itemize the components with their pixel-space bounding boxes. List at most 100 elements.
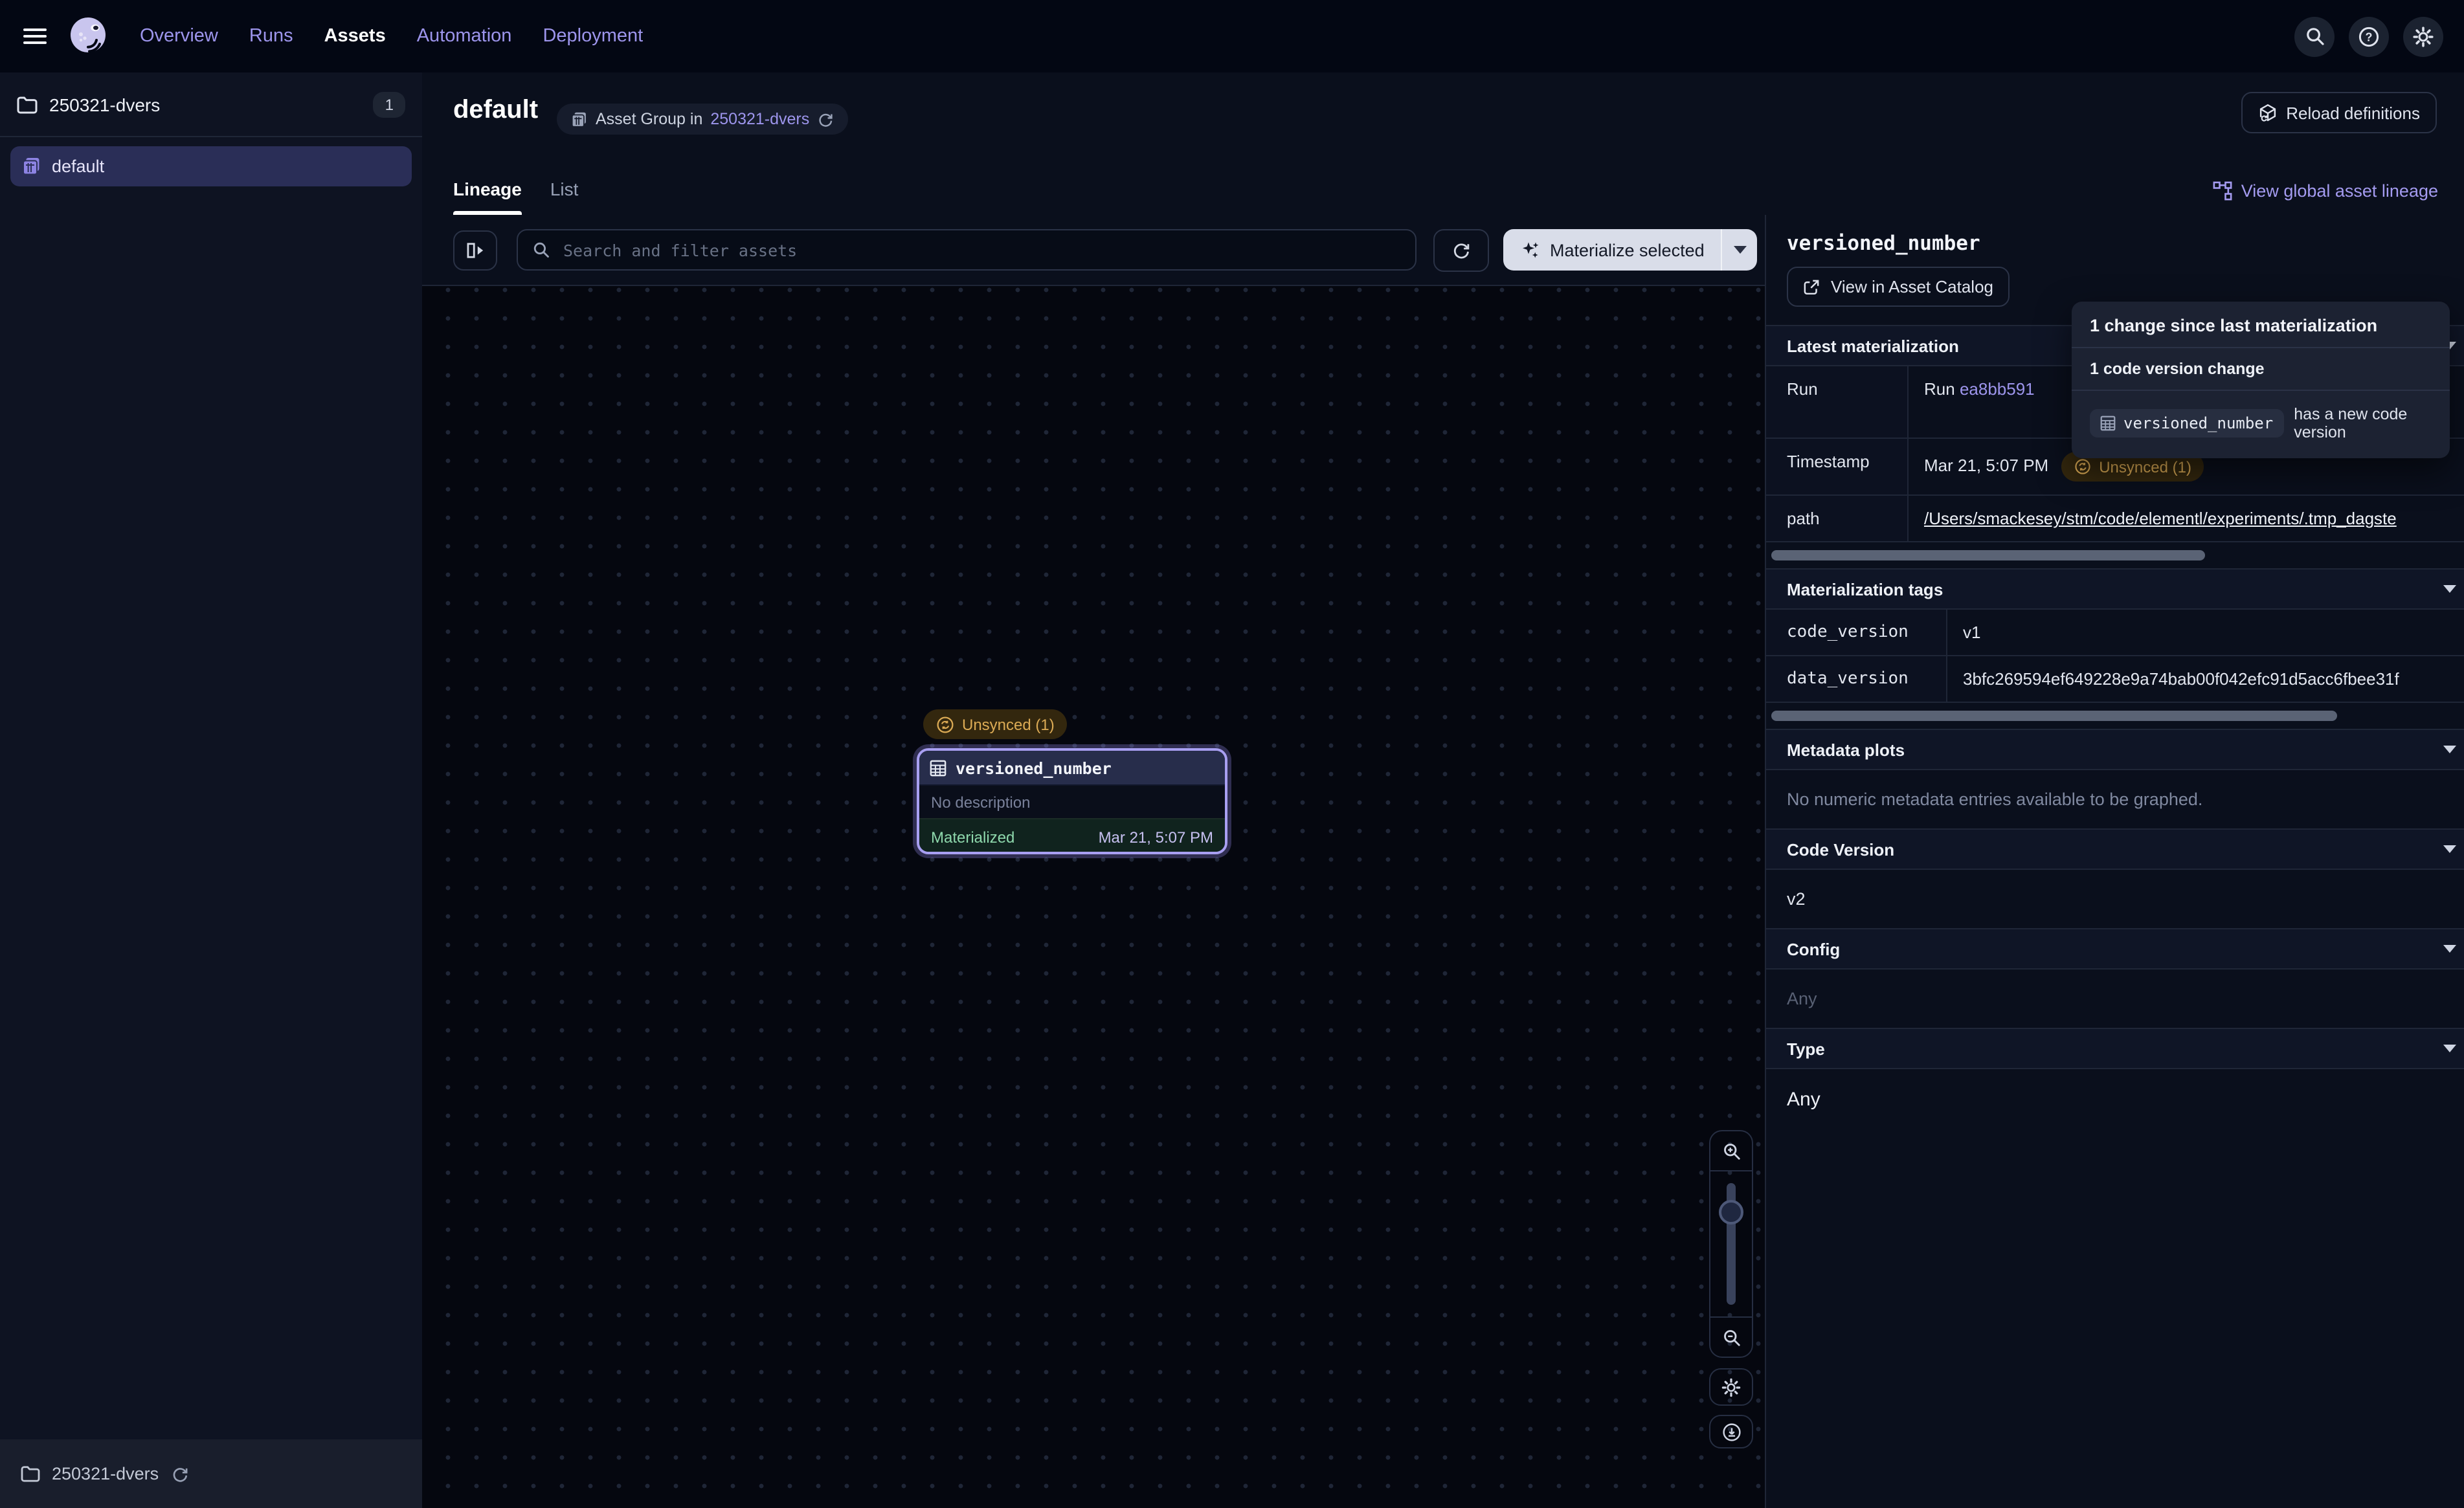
help-button[interactable]: ?: [2349, 16, 2389, 56]
pill-group-link[interactable]: 250321-dvers: [710, 110, 809, 128]
asset-group-icon: [22, 157, 41, 176]
code-location-footer[interactable]: 250321-dvers: [0, 1439, 422, 1508]
reload-location-icon[interactable]: [170, 1465, 188, 1483]
node-status-bar: Materialized Mar 21, 5:07 PM: [919, 818, 1225, 854]
section-title: Type: [1787, 1039, 1825, 1058]
row-label-timestamp: Timestamp: [1766, 439, 1909, 496]
search-button[interactable]: [2294, 16, 2335, 56]
node-unsynced-badge[interactable]: Unsynced (1): [923, 709, 1068, 739]
zoom-in-button[interactable]: [1710, 1131, 1752, 1171]
section-title: Materialization tags: [1787, 579, 1943, 599]
reload-definitions-button[interactable]: Reload definitions: [2241, 92, 2437, 133]
materialize-dropdown-button[interactable]: [1721, 229, 1758, 271]
group-name: 250321-dvers: [49, 94, 160, 115]
changes-tooltip: 1 change since last materialization 1 co…: [2072, 302, 2450, 458]
section-metadata-plots: Metadata plots: [1766, 729, 2464, 770]
global-lineage-label: View global asset lineage: [2241, 181, 2438, 201]
external-link-icon: [1802, 278, 1820, 296]
materialize-split-button: Materialize selected: [1503, 229, 1758, 271]
search-icon: [532, 241, 550, 259]
collapse-caret-icon[interactable]: [2443, 945, 2456, 953]
horizontal-scrollbar[interactable]: [1771, 550, 2205, 560]
asset-chip[interactable]: versioned_number: [2090, 409, 2283, 438]
svg-text:?: ?: [2366, 30, 2373, 43]
sidebar-item-default[interactable]: default: [10, 146, 412, 186]
run-link[interactable]: ea8bb591: [1960, 379, 2035, 399]
row-label-path: path: [1766, 496, 1909, 542]
refresh-icon[interactable]: [817, 111, 834, 128]
nav-overview[interactable]: Overview: [140, 26, 218, 47]
search-input[interactable]: [561, 239, 1401, 261]
node-description: No description: [919, 784, 1225, 818]
sidebar-group-row[interactable]: 250321-dvers 1: [0, 72, 422, 137]
collapse-caret-icon[interactable]: [2443, 585, 2456, 593]
collapse-caret-icon[interactable]: [2443, 746, 2456, 753]
tooltip-detail-text: has a new code version: [2294, 405, 2432, 441]
chevron-down-icon: [1734, 246, 1747, 254]
zoom-out-button[interactable]: [1710, 1316, 1752, 1357]
cube-reload-icon: [2257, 103, 2277, 122]
tab-lineage[interactable]: Lineage: [453, 163, 522, 215]
zoom-slider-thumb[interactable]: [1719, 1200, 1743, 1225]
nav-assets[interactable]: Assets: [324, 26, 386, 47]
collapse-caret-icon[interactable]: [2443, 1045, 2456, 1052]
footer-location-name: 250321-dvers: [52, 1464, 159, 1483]
tab-list[interactable]: List: [550, 163, 579, 215]
panel-expand-icon: [465, 241, 485, 258]
collapse-caret-icon[interactable]: [2443, 845, 2456, 853]
refresh-icon: [1451, 240, 1471, 260]
code-version-value: v2: [1766, 870, 2464, 928]
section-code-version: Code Version: [1766, 828, 2464, 870]
view-in-asset-catalog-button[interactable]: View in Asset Catalog: [1787, 267, 2009, 307]
row-value-code-version: v1: [1947, 610, 2464, 656]
path-link[interactable]: /Users/smackesey/stm/code/elementl/exper…: [1924, 509, 2397, 528]
materialize-label: Materialize selected: [1550, 240, 1705, 260]
asset-chip-label: versioned_number: [2123, 414, 2273, 432]
sparkle-icon: [1520, 239, 1541, 260]
help-icon: ?: [2358, 25, 2380, 47]
sidebar-item-label: default: [52, 157, 104, 176]
node-timestamp: Mar 21, 5:07 PM: [1099, 828, 1213, 846]
pill-text: Asset Group in: [596, 110, 702, 128]
asset-node-versioned-number[interactable]: versioned_number No description Material…: [917, 748, 1227, 854]
horizontal-scrollbar[interactable]: [1771, 711, 2337, 721]
materialization-tags-table: code_version v1 data_version 3bfc269594e…: [1766, 610, 2464, 703]
refresh-graph-button[interactable]: [1433, 228, 1489, 271]
view-global-asset-lineage-link[interactable]: View global asset lineage: [2213, 181, 2438, 201]
gear-icon: [2412, 25, 2434, 47]
gear-icon: [1721, 1377, 1742, 1397]
folder-icon: [17, 95, 38, 113]
panel-asset-title: versioned_number: [1787, 232, 2443, 255]
asset-groups-sidebar: 250321-dvers 1 default 250321-dvers: [0, 72, 423, 1508]
nav-deployment[interactable]: Deployment: [543, 26, 643, 47]
folder-icon: [21, 1465, 40, 1482]
hamburger-menu-icon[interactable]: [23, 28, 47, 44]
dagster-logo[interactable]: [65, 13, 111, 60]
node-status-label: Materialized: [931, 828, 1014, 846]
nav-automation[interactable]: Automation: [417, 26, 512, 47]
node-title: versioned_number: [956, 758, 1112, 777]
view-tabs: Lineage List: [453, 163, 578, 215]
row-label-data-version: data_version: [1766, 656, 1947, 703]
download-image-button[interactable]: [1709, 1415, 1753, 1448]
type-value: Any: [1766, 1069, 2464, 1130]
graph-settings-button[interactable]: [1709, 1368, 1753, 1406]
metadata-plots-empty-text: No numeric metadata entries available to…: [1766, 770, 2464, 828]
lineage-graph-canvas[interactable]: Unsynced (1) versioned_number No descrip…: [422, 286, 1765, 1508]
section-type: Type: [1766, 1028, 2464, 1069]
nav-runs[interactable]: Runs: [249, 26, 293, 47]
row-label-run: Run: [1766, 366, 1909, 439]
sync-status-icon: [936, 715, 954, 733]
sync-status-icon: [2074, 458, 2091, 475]
expand-panel-button[interactable]: [453, 230, 497, 270]
zoom-in-icon: [1721, 1141, 1741, 1160]
settings-button[interactable]: [2403, 16, 2443, 56]
table-icon: [2100, 416, 2116, 431]
page-title: default: [453, 96, 538, 126]
section-materialization-tags: Materialization tags: [1766, 568, 2464, 610]
config-value: Any: [1766, 970, 2464, 1028]
zoom-control: [1709, 1130, 1753, 1358]
row-label-code-version: code_version: [1766, 610, 1947, 656]
download-icon: [1721, 1422, 1741, 1441]
materialize-selected-button[interactable]: Materialize selected: [1503, 229, 1721, 271]
